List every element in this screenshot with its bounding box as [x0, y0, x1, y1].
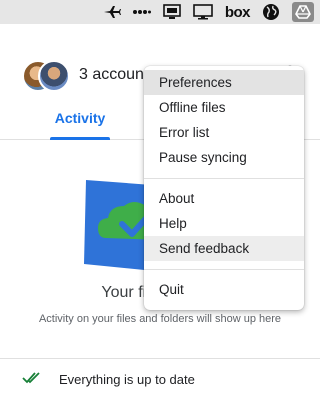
settings-menu: Preferences Offline files Error list Pau…: [144, 66, 304, 310]
menu-item-preferences[interactable]: Preferences: [144, 70, 304, 95]
empty-state-subtitle: Activity on your files and folders will …: [38, 313, 282, 325]
menu-item-help[interactable]: Help: [144, 211, 304, 236]
menu-item-about[interactable]: About: [144, 186, 304, 211]
system-menu-bar: box: [0, 0, 320, 24]
menu-item-quit[interactable]: Quit: [144, 277, 304, 302]
menu-item-error-list[interactable]: Error list: [144, 120, 304, 145]
screen-share-icon[interactable]: [163, 2, 181, 22]
menu-divider: [144, 269, 304, 270]
menu-item-send-feedback[interactable]: Send feedback: [144, 236, 304, 261]
google-drive-icon[interactable]: [292, 2, 314, 22]
account-avatars[interactable]: [22, 60, 70, 92]
airplane-icon[interactable]: [103, 2, 121, 22]
status-footer: Everything is up to date: [0, 358, 320, 400]
avatar: [38, 60, 70, 92]
double-check-icon: [22, 372, 40, 384]
menu-item-pause-syncing[interactable]: Pause syncing: [144, 145, 304, 170]
menu-item-offline-files[interactable]: Offline files: [144, 95, 304, 120]
menu-divider: [144, 178, 304, 179]
sync-status-text: Everything is up to date: [59, 372, 195, 387]
tab-activity[interactable]: Activity: [50, 110, 110, 126]
box-logo[interactable]: box: [225, 2, 251, 22]
globe-icon[interactable]: [262, 2, 280, 22]
active-tab-indicator: [50, 137, 110, 140]
dots-icon[interactable]: [132, 2, 151, 22]
display-icon[interactable]: [193, 2, 213, 22]
